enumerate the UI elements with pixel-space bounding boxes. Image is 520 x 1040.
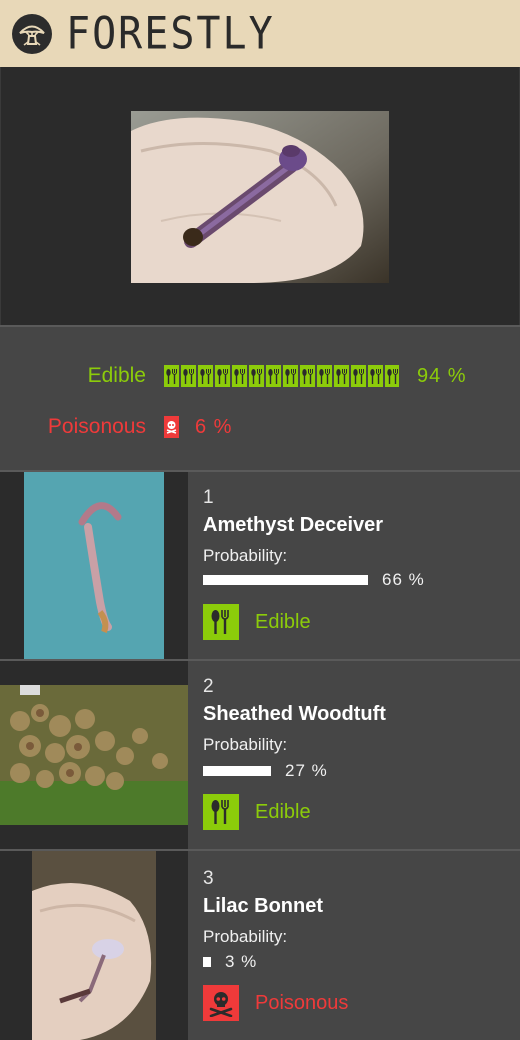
probability-label: Probability: <box>203 927 288 946</box>
probability-row: 27 % <box>203 761 328 781</box>
poisonous-summary-row: Poisonous 6 % <box>0 412 520 442</box>
result-card[interactable]: 1 Amethyst Deceiver Probability: 66 % Ed… <box>0 472 520 659</box>
edible-summary-row: Edible 94 % <box>0 361 520 391</box>
probability-row: 66 % <box>203 570 425 590</box>
result-name: Lilac Bonnet <box>203 895 324 917</box>
probability-percent: 27 % <box>285 761 328 780</box>
classification-label: Edible <box>255 800 311 823</box>
classification-row: Edible <box>203 794 311 830</box>
classification-label: Edible <box>255 610 311 633</box>
edible-probability-meter <box>164 364 399 388</box>
fork-spoon-icon <box>385 365 399 387</box>
result-card[interactable]: 3 Lilac Bonnet Probability: 3 % Poisonou… <box>0 851 520 1040</box>
fork-spoon-icon <box>215 365 230 387</box>
app-header: FORESTLY <box>0 0 520 67</box>
poisonous-probability-meter <box>164 415 179 439</box>
app-title: FORESTLY <box>66 7 275 60</box>
fork-spoon-icon <box>232 365 247 387</box>
fork-spoon-icon <box>198 365 213 387</box>
classification-row: Poisonous <box>203 985 348 1021</box>
probability-bar <box>203 766 271 776</box>
edible-label: Edible <box>87 364 146 387</box>
result-photo-1 <box>0 472 188 659</box>
fork-spoon-icon <box>266 365 281 387</box>
result-card[interactable]: 2 Sheathed Woodtuft Probability: 27 % Ed… <box>0 661 520 849</box>
edibility-summary: Edible 94 % Poisonous 6 % <box>0 327 520 470</box>
fork-spoon-icon <box>249 365 264 387</box>
poisonous-percent: 6 % <box>195 415 233 438</box>
probability-percent: 3 % <box>225 952 258 971</box>
classification-row: Edible <box>203 604 311 640</box>
probability-row: 3 % <box>203 952 257 972</box>
fork-spoon-icon <box>368 365 383 387</box>
fork-spoon-icon <box>164 365 179 387</box>
edible-percent: 94 % <box>417 364 467 387</box>
result-rank: 2 <box>203 676 214 697</box>
fork-spoon-icon <box>300 365 315 387</box>
fork-spoon-icon <box>203 794 239 830</box>
probability-bar <box>203 957 211 967</box>
fork-spoon-icon <box>317 365 332 387</box>
fork-spoon-icon <box>203 604 239 640</box>
result-photo-2 <box>0 661 188 849</box>
fork-spoon-icon <box>283 365 298 387</box>
mushroom-logo-icon <box>12 13 52 54</box>
probability-bar <box>203 575 368 585</box>
result-rank: 3 <box>203 868 214 889</box>
probability-label: Probability: <box>203 735 288 754</box>
fork-spoon-icon <box>181 365 196 387</box>
probability-percent: 66 % <box>382 570 425 589</box>
skull-icon <box>164 416 179 438</box>
fork-spoon-icon <box>334 365 349 387</box>
result-name: Amethyst Deceiver <box>203 514 384 536</box>
classification-label: Poisonous <box>255 991 349 1014</box>
result-rank: 1 <box>203 487 214 508</box>
result-photo-3 <box>0 851 188 1040</box>
uploaded-mushroom-photo[interactable] <box>131 111 389 283</box>
result-name: Sheathed Woodtuft <box>203 703 386 725</box>
uploaded-photo-panel <box>0 67 520 325</box>
probability-label: Probability: <box>203 546 288 565</box>
poisonous-label: Poisonous <box>47 415 146 438</box>
fork-spoon-icon <box>351 365 366 387</box>
skull-crossbones-icon <box>203 985 239 1021</box>
